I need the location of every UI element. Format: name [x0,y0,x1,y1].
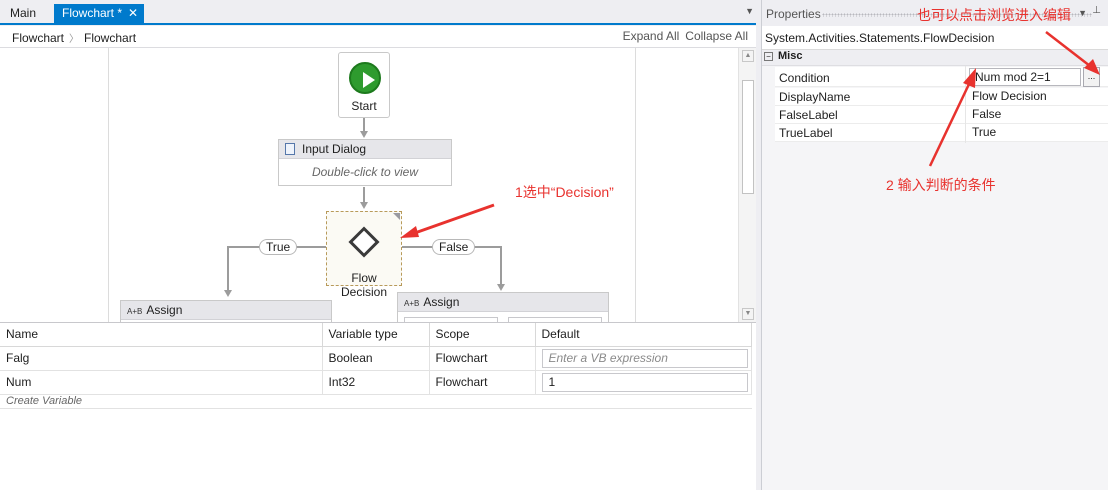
activity-body: Double-click to view [311,165,419,179]
assign-icon: A+B [404,299,420,308]
false-branch-label: False [432,239,476,255]
document-tab-bar: Main Flowchart * ✕ ▼ [0,0,758,25]
start-node[interactable]: Start [338,52,390,118]
breadcrumb-item[interactable]: Flowchart [84,31,136,45]
document-icon [285,143,295,155]
flow-decision-node[interactable]: Flow Decision [326,211,402,299]
expand-all-link[interactable]: Expand All [623,29,680,43]
scroll-down-icon[interactable]: ▼ [742,308,754,320]
pin-icon[interactable]: ⊥ [1092,5,1101,16]
property-key: Condition [779,71,830,85]
variables-panel: Name Variable type Scope Default Falg Bo… [0,322,756,490]
collapse-all-link[interactable]: Collapse All [685,29,748,43]
annotation-enter-condition: 2 输入判断的条件 [886,177,996,193]
create-variable-link[interactable]: Create Variable [0,394,752,409]
property-key: TrueLabel [779,126,833,140]
connector-line [363,187,365,203]
variable-type[interactable]: Boolean [322,346,430,371]
activity-title: Assign [146,303,183,317]
tab-main-label: Main [10,6,37,20]
activity-header: A+B Assign [398,293,608,312]
variable-name[interactable]: Num [0,370,323,395]
arrow-down-icon [497,284,505,291]
variable-scope[interactable]: Flowchart [429,346,536,371]
column-header-name[interactable]: Name [0,323,323,347]
breadcrumb: Flowchart 〉 Flowchart [12,30,136,45]
annotation-select-decision: 1选中“Decision” [515,184,614,200]
table-header-row: Name Variable type Scope Default [0,323,752,347]
table-row[interactable]: Falg Boolean Flowchart Enter a VB expres… [0,346,752,371]
connector-line [500,246,502,284]
variables-table: Name Variable type Scope Default Falg Bo… [0,323,752,409]
breadcrumb-bar: Flowchart 〉 Flowchart Expand All Collapse A… [0,26,756,48]
arrow-down-icon [224,290,232,297]
annotation-arrow-icon [1045,31,1100,75]
start-label: Start [351,99,377,113]
chevron-right-icon: 〉 [69,34,80,45]
column-header-scope[interactable]: Scope [429,323,536,347]
canvas-scrollbar[interactable]: ▲ ▼ [738,48,756,322]
variable-type[interactable]: Int32 [322,370,430,395]
true-branch-label: True [259,239,298,255]
tab-main[interactable]: Main [2,4,44,23]
play-icon [349,62,381,94]
property-key: DisplayName [779,90,851,104]
column-header-default[interactable]: Default [535,323,752,347]
variable-name[interactable]: Falg [0,346,323,371]
scrollbar-thumb[interactable] [742,80,754,194]
decision-label: Flow Decision [340,271,388,299]
breadcrumb-item[interactable]: Flowchart [12,31,64,45]
category-label: Misc [778,50,803,62]
create-variable-row[interactable]: Create Variable [0,394,752,409]
tab-flowchart-label: Flowchart * [62,6,123,20]
close-icon[interactable]: ✕ [128,6,138,20]
default-cell: 1 [535,370,752,395]
collapse-icon[interactable]: − [764,52,773,61]
expand-collapse-links: Expand All Collapse All [617,29,748,43]
properties-title: Properties [766,7,821,21]
assign-icon: A+B [127,307,143,316]
annotation-arrow-icon [928,68,976,167]
default-cell: Enter a VB expression [535,346,752,371]
assign-activity-left[interactable]: A+B Assign [120,300,332,322]
activity-header: A+B Assign [121,301,331,320]
chevron-down-icon[interactable]: ▼ [1078,8,1087,18]
activity-header: Input Dialog [279,140,451,159]
arrow-down-icon [360,131,368,138]
activity-title: Assign [423,295,460,309]
default-value-input[interactable]: Enter a VB expression [541,348,748,368]
column-header-type[interactable]: Variable type [322,323,430,347]
annotation-arrow-icon [400,203,495,238]
scroll-up-icon[interactable]: ▲ [742,50,754,62]
tab-flowchart[interactable]: Flowchart * ✕ [54,4,145,23]
input-dialog-activity[interactable]: Input Dialog Double-click to view [278,139,452,186]
tab-dropdown-icon[interactable]: ▼ [745,6,754,16]
property-key: FalseLabel [779,108,838,122]
assign-activity-right[interactable]: A+B Assign [397,292,609,323]
arrow-down-icon [360,202,368,209]
default-value-input[interactable]: 1 [541,372,748,392]
activity-title: Input Dialog [302,142,367,156]
table-row[interactable]: Num Int32 Flowchart 1 [0,370,752,395]
variable-scope[interactable]: Flowchart [429,370,536,395]
annotation-browse-edit: 也可以点击浏览进入编辑 [917,7,1071,23]
connector-line [227,246,229,290]
